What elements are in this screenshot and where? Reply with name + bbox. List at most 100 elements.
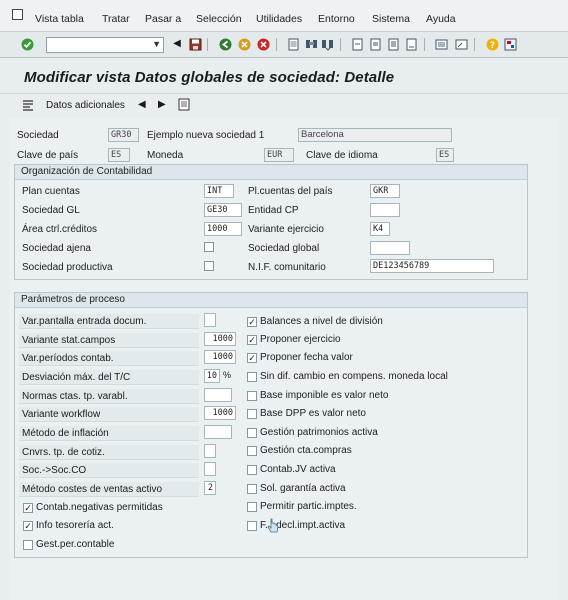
var-pantalla-label: Var.pantalla entrada docum.: [19, 314, 199, 329]
previous-page-icon[interactable]: [368, 37, 382, 51]
menu-seleccion[interactable]: Selección: [196, 13, 242, 25]
variante-ejercicio-label: Variante ejercicio: [248, 224, 324, 235]
cancel-icon[interactable]: [256, 37, 270, 51]
back-nav-icon[interactable]: [218, 37, 232, 51]
var-pantalla-field[interactable]: [204, 313, 216, 327]
desviacion-field[interactable]: 10: [204, 369, 220, 383]
enter-check-icon[interactable]: [20, 37, 34, 51]
info-tesoreria-label: Info tesorería act.: [36, 520, 114, 531]
nif-label: N.I.F. comunitario: [248, 262, 326, 273]
nif-field[interactable]: DE123456789: [370, 259, 494, 273]
base-dpp-label: Base DPP es valor neto: [260, 408, 366, 419]
metodo-inflacion-field[interactable]: [204, 425, 232, 439]
metodo-costes-field[interactable]: 2: [204, 481, 216, 495]
cnvrs-tp-field[interactable]: [204, 444, 216, 458]
menu-bar: Vista tabla Tratar Pasar a Selección Uti…: [0, 0, 568, 32]
contab-jv-checkbox[interactable]: [247, 465, 257, 475]
decl-impt-checkbox[interactable]: [247, 521, 257, 531]
menu-vista-tabla[interactable]: Vista tabla: [35, 13, 84, 25]
gestion-cta-compras-checkbox[interactable]: [247, 446, 257, 456]
find-next-icon[interactable]: [320, 37, 334, 51]
print-icon[interactable]: [286, 37, 300, 51]
clave-idioma-field: ES: [436, 148, 454, 162]
help-icon[interactable]: ?: [485, 37, 499, 51]
gestion-patrimonios-checkbox[interactable]: [247, 428, 257, 438]
variante-stat-label: Variante stat.campos: [19, 333, 199, 348]
new-session-icon[interactable]: [434, 37, 448, 51]
svg-text:?: ?: [489, 41, 494, 51]
pl-cuentas-pais-label: Pl.cuentas del país: [248, 186, 333, 197]
sociedad-gl-label: Sociedad GL: [22, 205, 80, 216]
variante-ejercicio-field[interactable]: K4: [370, 222, 390, 236]
back-arrow-icon[interactable]: ◀: [170, 37, 184, 51]
mouse-cursor-icon: [266, 518, 280, 539]
previous-entry-icon[interactable]: ◀: [138, 99, 146, 110]
datos-adicionales-button[interactable]: Datos adicionales: [46, 100, 125, 111]
moneda-field: EUR: [264, 148, 294, 162]
menu-tratar[interactable]: Tratar: [102, 13, 130, 25]
menu-pasar-a[interactable]: Pasar a: [145, 13, 181, 25]
percent-unit: %: [223, 370, 232, 380]
permitir-partic-checkbox[interactable]: [247, 502, 257, 512]
variante-stat-field[interactable]: 1000: [204, 332, 236, 346]
soc-soc-co-field[interactable]: [204, 462, 216, 476]
next-entry-icon[interactable]: ▶: [158, 99, 166, 110]
normas-ctas-label: Normas ctas. tp. varabl.: [19, 389, 199, 404]
next-page-icon[interactable]: [386, 37, 400, 51]
proponer-fecha-checkbox[interactable]: ✓: [247, 353, 257, 363]
city-field: Barcelona: [298, 128, 452, 142]
entidad-cp-field[interactable]: [370, 203, 400, 217]
base-imponible-label: Base imponible es valor neto: [260, 390, 389, 401]
first-page-icon[interactable]: [350, 37, 364, 51]
sociedad-label: Sociedad: [17, 130, 59, 141]
chevron-down-icon[interactable]: ▼: [152, 39, 161, 49]
sociedad-name: Ejemplo nueva sociedad 1: [147, 130, 265, 141]
base-imponible-checkbox[interactable]: [247, 391, 257, 401]
metodo-inflacion-label: Método de inflación: [19, 426, 199, 441]
clave-pais-field: ES: [108, 148, 130, 162]
additional-data-icon[interactable]: [22, 100, 34, 114]
contab-negativas-label: Contab.negativas permitidas: [36, 502, 163, 513]
save-icon[interactable]: [188, 37, 202, 51]
last-page-icon[interactable]: [404, 37, 418, 51]
command-field[interactable]: ▼: [46, 37, 164, 53]
sociedad-global-field[interactable]: [370, 241, 410, 255]
balances-division-checkbox[interactable]: ✓: [247, 317, 257, 327]
menu-ayuda[interactable]: Ayuda: [426, 13, 456, 25]
customize-layout-icon[interactable]: [503, 37, 517, 51]
menu-entorno[interactable]: Entorno: [318, 13, 355, 25]
toolbar-separator: [207, 38, 208, 51]
print-preview-icon[interactable]: [178, 98, 190, 114]
find-icon[interactable]: [304, 37, 318, 51]
entidad-cp-label: Entidad CP: [248, 205, 299, 216]
shortcut-icon[interactable]: [454, 37, 468, 51]
gestion-patrimonios-label: Gestión patrimonios activa: [260, 427, 378, 438]
base-dpp-checkbox[interactable]: [247, 409, 257, 419]
sociedad-global-label: Sociedad global: [248, 243, 320, 254]
proponer-ejercicio-checkbox[interactable]: ✓: [247, 335, 257, 345]
sociedad-productiva-checkbox[interactable]: [204, 261, 214, 271]
sol-garantia-checkbox[interactable]: [247, 484, 257, 494]
area-field[interactable]: 1000: [204, 222, 242, 236]
moneda-label: Moneda: [147, 150, 184, 161]
sociedad-gl-field[interactable]: GE30: [204, 203, 242, 217]
sociedad-ajena-checkbox[interactable]: [204, 242, 214, 252]
menu-utilidades[interactable]: Utilidades: [256, 13, 302, 25]
contab-negativas-checkbox[interactable]: ✓: [23, 503, 33, 513]
variante-workflow-field[interactable]: 1000: [204, 406, 236, 420]
proponer-fecha-label: Proponer fecha valor: [260, 352, 353, 363]
info-tesoreria-checkbox[interactable]: ✓: [23, 521, 33, 531]
pl-cuentas-pais-field[interactable]: GKR: [370, 184, 400, 198]
plan-cuentas-field[interactable]: INT: [204, 184, 234, 198]
window-menu-icon[interactable]: [12, 9, 23, 20]
sin-dif-cambio-checkbox[interactable]: [247, 372, 257, 382]
gest-per-contable-checkbox[interactable]: [23, 540, 33, 550]
sociedad-ajena-label: Sociedad ajena: [22, 243, 91, 254]
desviacion-label: Desviación máx. del T/C: [19, 370, 199, 385]
exit-icon[interactable]: [237, 37, 251, 51]
soc-soc-co-label: Soc.->Soc.CO: [19, 463, 199, 478]
var-periodos-field[interactable]: 1000: [204, 350, 236, 364]
normas-ctas-field[interactable]: [204, 388, 232, 402]
proc-group-title: Parámetros de proceso: [15, 293, 527, 308]
menu-sistema[interactable]: Sistema: [372, 13, 410, 25]
